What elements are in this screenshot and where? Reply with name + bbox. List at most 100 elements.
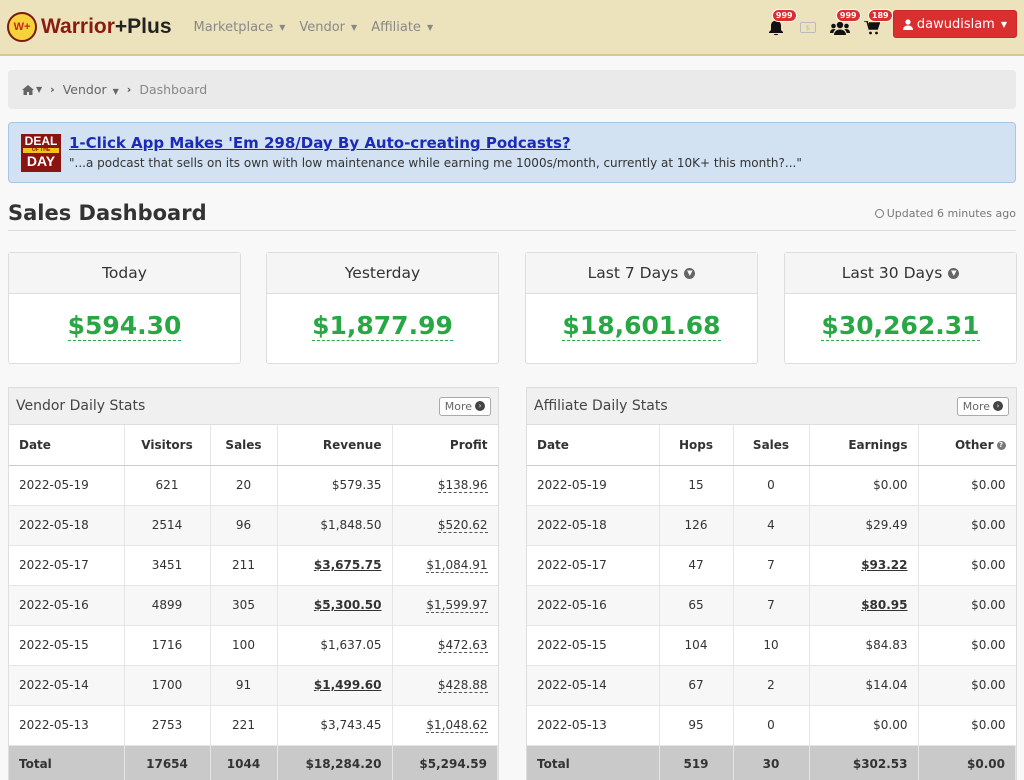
caret-down-icon: ▼ xyxy=(279,22,286,32)
stat-card-value[interactable]: $1,877.99 xyxy=(267,311,498,341)
revenue-cell[interactable]: $5,300.50 xyxy=(277,584,393,625)
table-row: 2022-05-14 67 2 $14.04 $0.00 xyxy=(527,664,1016,705)
caret-down-icon: ▼ xyxy=(426,22,434,32)
profit-cell[interactable]: $1,599.97 xyxy=(392,584,498,625)
profit-value: $428.88 xyxy=(437,678,488,693)
table-cell: 0 xyxy=(733,704,810,745)
deal-title-link[interactable]: 1-Click App Makes 'Em 298/Day By Auto-cr… xyxy=(69,134,571,152)
nav-affiliate[interactable]: Affiliate ▼ xyxy=(371,20,433,35)
notifications-button[interactable]: 999 xyxy=(763,9,797,39)
profit-cell[interactable]: $1,048.62 xyxy=(392,704,498,745)
table-cell: 2753 xyxy=(124,704,211,745)
table-cell: $1,637.05 xyxy=(277,624,393,665)
total-cell: 519 xyxy=(659,744,734,780)
table-row: 2022-05-19 15 0 $0.00 $0.00 xyxy=(527,464,1016,505)
table-cell: 2022-05-14 xyxy=(9,664,125,705)
stat-card-value[interactable]: $594.30 xyxy=(9,311,240,341)
profit-cell[interactable]: $428.88 xyxy=(392,664,498,705)
table-cell: $0.00 xyxy=(918,544,1016,585)
nav-label: Marketplace xyxy=(193,19,274,35)
table-cell: 2514 xyxy=(124,504,211,545)
brand-logo[interactable]: W+ Warrior+Plus xyxy=(7,12,172,42)
column-header[interactable]: Earnings xyxy=(809,425,919,466)
column-header[interactable]: Profit xyxy=(392,425,498,466)
earnings-cell[interactable]: $80.95 xyxy=(809,584,919,625)
deal-badge-top: DEAL xyxy=(24,134,58,148)
chevron-right-icon: › xyxy=(50,83,55,96)
column-header[interactable]: Hops xyxy=(659,425,734,466)
question-circle-icon[interactable]: ? xyxy=(996,440,1006,450)
table-cell: 95 xyxy=(659,704,734,745)
logo-name: Warrior xyxy=(41,15,115,38)
notification-count-badge: 999 xyxy=(771,9,797,22)
table-cell: 2022-05-19 xyxy=(527,464,660,505)
table-cell: 211 xyxy=(210,544,278,585)
total-cell: Total xyxy=(9,744,125,780)
users-button[interactable]: 999 xyxy=(827,9,861,39)
profit-cell[interactable]: $1,084.91 xyxy=(392,544,498,585)
table-row: 2022-05-15 104 10 $84.83 $0.00 xyxy=(527,624,1016,665)
column-header-other[interactable]: Other? xyxy=(918,425,1016,466)
stat-card-amount: $594.30 xyxy=(67,311,182,341)
profit-cell[interactable]: $520.62 xyxy=(392,504,498,545)
table-cell: 2022-05-13 xyxy=(9,704,125,745)
table-cell: $29.49 xyxy=(809,504,919,545)
table-row: 2022-05-16 4899 305 $5,300.50 $1,599.97 xyxy=(9,584,498,625)
payments-button[interactable]: $ xyxy=(795,9,821,39)
caret-down-icon: ▼ xyxy=(36,85,43,94)
deal-of-the-day-logo: DEAL OF THE DAY xyxy=(21,134,61,172)
table-cell: 1716 xyxy=(124,624,211,665)
table-cell: $0.00 xyxy=(918,504,1016,545)
home-icon[interactable]: ▼ xyxy=(22,84,43,95)
table-cell: $0.00 xyxy=(918,704,1016,745)
nav-vendor[interactable]: Vendor ▼ xyxy=(299,20,357,35)
breadcrumb-vendor-label: Vendor xyxy=(62,82,107,97)
column-header-label: Other xyxy=(954,437,994,452)
earnings-cell[interactable]: $93.22 xyxy=(809,544,919,585)
cart-button[interactable]: 189 xyxy=(859,9,893,39)
nav-marketplace[interactable]: Marketplace ▼ xyxy=(194,20,286,35)
breadcrumb-current: Dashboard xyxy=(139,82,208,97)
table-cell: 0 xyxy=(733,464,810,505)
user-menu-button[interactable]: dawudislam ▼ xyxy=(892,10,1017,38)
column-header[interactable]: Date xyxy=(9,425,125,466)
revenue-cell[interactable]: $1,499.60 xyxy=(277,664,393,705)
stat-card-yesterday: Yesterday $1,877.99 xyxy=(266,252,499,364)
column-header[interactable]: Revenue xyxy=(277,425,393,466)
table-row: 2022-05-19 621 20 $579.35 $138.96 xyxy=(9,464,498,505)
total-cell: 30 xyxy=(733,744,810,780)
table-cell: 7 xyxy=(733,544,810,585)
chevron-right-circle-icon: › xyxy=(475,401,485,411)
column-header[interactable]: Visitors xyxy=(124,425,211,466)
revenue-cell[interactable]: $3,675.75 xyxy=(277,544,393,585)
caret-down-icon: ▼ xyxy=(1000,19,1007,29)
chevron-right-icon: › xyxy=(126,83,132,96)
nav-right: 999 $ 999 189 dawudislam ▼ xyxy=(757,9,1017,39)
total-cell: Total xyxy=(527,744,660,780)
affiliate-more-button[interactable]: More › xyxy=(956,396,1009,416)
table-row: 2022-05-18 126 4 $29.49 $0.00 xyxy=(527,504,1016,545)
table-cell: 2022-05-16 xyxy=(527,584,660,625)
profit-cell[interactable]: $138.96 xyxy=(392,464,498,505)
breadcrumb-vendor[interactable]: Vendor ▼ xyxy=(63,82,119,97)
table-cell: $0.00 xyxy=(918,584,1016,625)
nav-label: Affiliate xyxy=(371,19,421,35)
profit-cell[interactable]: $472.63 xyxy=(392,624,498,665)
table-cell: 67 xyxy=(659,664,734,705)
stat-card-header[interactable]: Last 30 Days ▼ xyxy=(785,253,1016,294)
stat-card-value[interactable]: $18,601.68 xyxy=(526,311,757,341)
stat-card-header[interactable]: Last 7 Days ▼ xyxy=(526,253,757,294)
vendor-more-button[interactable]: More › xyxy=(438,396,491,416)
column-header[interactable]: Sales xyxy=(733,425,810,466)
affiliate-daily-stats-panel: Affiliate Daily Stats More › Date Hops Sa… xyxy=(526,387,1017,780)
column-header[interactable]: Sales xyxy=(210,425,278,466)
table-cell: 2 xyxy=(733,664,810,705)
users-count-badge: 999 xyxy=(835,9,861,22)
table-cell: 2022-05-18 xyxy=(9,504,125,545)
chevron-down-circle-icon: ▼ xyxy=(948,267,960,279)
stat-card-value[interactable]: $30,262.31 xyxy=(785,311,1016,341)
total-cell: 17654 xyxy=(124,744,211,780)
vendor-daily-stats-panel: Vendor Daily Stats More › Date Visitors S… xyxy=(8,387,499,780)
column-header[interactable]: Date xyxy=(527,425,660,466)
panel-title: Vendor Daily Stats xyxy=(16,398,146,414)
